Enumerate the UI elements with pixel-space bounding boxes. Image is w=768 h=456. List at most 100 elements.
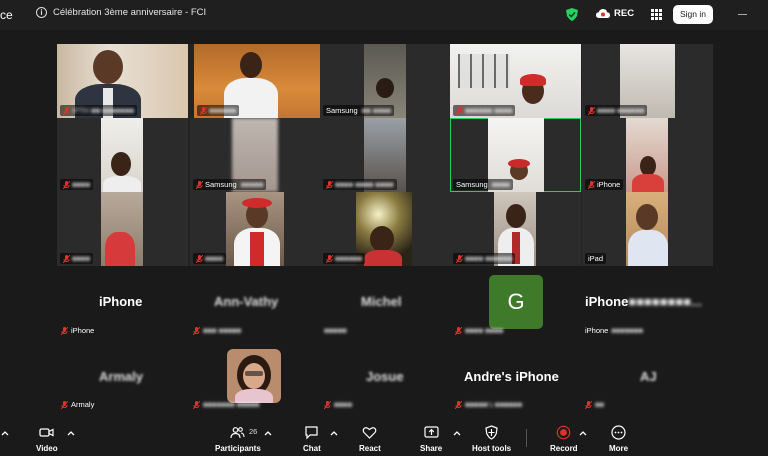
participants-icon — [230, 427, 245, 439]
participant-name: ■■■■■■ — [335, 254, 363, 263]
video-tile[interactable]: IPTH ■■ ■■■■■■■ — [57, 44, 188, 118]
video-button[interactable]: Video — [36, 425, 58, 453]
cloud-recording-icon — [596, 9, 610, 18]
mic-off-icon — [63, 180, 70, 189]
participant-name: Samsung — [205, 180, 237, 189]
participant-name: ■■■■ ■■■■■■ — [597, 106, 645, 115]
mic-off-icon — [326, 180, 333, 189]
tile-name-label: Samsung ■■ ■■■■ — [323, 105, 395, 116]
title-bar: ce i Célébration 3ème anniversaire - FCI… — [0, 0, 768, 30]
mic-off-icon — [455, 326, 462, 335]
minimize-icon[interactable] — [738, 14, 747, 15]
participants-count: 26 — [249, 427, 258, 436]
video-tile[interactable]: Samsung ■■■■■ — [190, 118, 321, 192]
participant-name: ■■■■ — [205, 254, 224, 263]
participant-name: IPTH ■■ ■■■■■■■ — [72, 106, 135, 115]
participant-name: iPhone — [597, 180, 621, 189]
meeting-title-group[interactable]: i Célébration 3ème anniversaire - FCI — [36, 7, 206, 18]
video-tile-active-speaker[interactable]: Samsung ■■■■ — [450, 118, 581, 192]
participant-display-name: Josue — [366, 369, 404, 384]
mic-off-icon — [456, 106, 463, 115]
rec-label: REC — [614, 8, 635, 19]
participant-name: Samsung — [326, 106, 358, 115]
participant-name: ■■■■ ■■■■■■ — [465, 254, 513, 263]
video-tile[interactable]: ■■■■ — [57, 192, 188, 266]
video-tile[interactable]: ■■■■■■ — [320, 192, 451, 266]
mic-off-icon — [196, 254, 203, 263]
meeting-toolbar: Video Participants 26 Chat React Share H… — [0, 419, 768, 456]
participant-name-label: ■■ — [585, 400, 604, 409]
chevron-up-icon[interactable] — [453, 429, 461, 437]
mic-off-icon — [200, 106, 207, 115]
react-button[interactable]: React — [359, 425, 381, 453]
chevron-up-icon[interactable] — [1, 429, 9, 437]
tile-name-label: IPTH ■■ ■■■■■■■ — [60, 105, 138, 116]
shield-check-icon[interactable] — [566, 8, 578, 21]
mic-off-icon — [63, 106, 70, 115]
participant-name-label: ■■■■■ — [324, 326, 347, 335]
participant-name-label: iPhone — [61, 326, 94, 335]
participant-name: ■■■■■■ — [209, 106, 237, 115]
chevron-up-icon[interactable] — [67, 429, 75, 437]
chat-bubble-icon — [305, 426, 318, 440]
video-tile[interactable]: iPhone — [582, 118, 713, 192]
video-tile[interactable]: iPad — [582, 192, 713, 266]
mic-off-icon — [588, 106, 595, 115]
participant-display-name: Michel — [361, 294, 402, 309]
participant-name-label: ■■■■■'s ■■■■■■ — [455, 400, 522, 409]
mic-off-icon — [61, 326, 68, 335]
mic-off-icon — [193, 326, 200, 335]
mic-off-icon — [456, 254, 463, 263]
video-tile[interactable]: ■■■■■■ — [194, 44, 325, 118]
host-tools-button[interactable]: Host tools — [472, 425, 511, 453]
mic-off-icon — [324, 400, 331, 409]
participant-display-name: AJ — [640, 369, 657, 384]
video-tile[interactable]: ■■■■ — [190, 192, 321, 266]
mic-off-icon — [326, 254, 333, 263]
recording-indicator[interactable]: REC — [596, 8, 634, 19]
video-tile[interactable]: ■■■■ ■■■■ ■■■■ — [320, 118, 451, 192]
mic-off-icon — [61, 400, 68, 409]
tile-name-label: ■■■■■■ — [197, 105, 240, 116]
participant-name-label: iPhone ■■■■■■■ — [585, 326, 644, 335]
tile-name-label: iPhone — [585, 179, 624, 190]
tile-name-label: ■■■■■■ — [323, 253, 366, 264]
participant-name: ■■■■■■ ■■■■ — [465, 106, 513, 115]
chevron-up-icon[interactable] — [330, 429, 338, 437]
more-button[interactable]: More — [609, 425, 628, 453]
video-camera-icon — [39, 428, 54, 437]
video-tile[interactable]: ■■■■ ■■■■■■ — [582, 44, 713, 118]
chevron-up-icon[interactable] — [264, 429, 272, 437]
record-icon — [556, 425, 571, 440]
video-tile[interactable]: ■■■■■■ ■■■■ — [450, 44, 581, 118]
participant-display-name: Ann-Vathy — [214, 294, 279, 309]
mic-off-icon — [588, 180, 595, 189]
participant-name-label: Armaly — [61, 400, 94, 409]
share-button[interactable]: Share — [420, 425, 442, 453]
participant-name-label: ■■■■ ■■■■ — [455, 326, 503, 335]
participant-name-label: ■■■■■■■ ■■■■■ — [193, 400, 259, 409]
chevron-up-icon[interactable] — [579, 429, 587, 437]
mic-off-icon — [63, 254, 70, 263]
participant-name-label: ■■■ ■■■■■ — [193, 326, 241, 335]
chat-button[interactable]: Chat — [303, 425, 321, 453]
video-tile[interactable]: ■■■■ ■■■■■■ — [450, 192, 581, 266]
heart-icon — [363, 427, 377, 439]
participant-avatar: G — [489, 275, 543, 329]
participant-name: ■■■■ — [72, 180, 91, 189]
tile-name-label: ■■■■ ■■■■■■ — [453, 253, 516, 264]
participant-name: iPad — [588, 254, 604, 263]
more-dots-icon — [611, 425, 626, 440]
record-button[interactable]: Record — [550, 425, 578, 453]
participant-photo-avatar — [227, 349, 281, 403]
video-tile[interactable]: Samsung ■■ ■■■■ — [320, 44, 451, 118]
info-icon[interactable]: i — [36, 7, 47, 18]
meeting-title: Célébration 3ème anniversaire - FCI — [53, 7, 207, 18]
tile-name-label: iPad — [585, 253, 607, 264]
mic-off-icon — [196, 180, 203, 189]
apps-grid-icon[interactable] — [651, 9, 662, 20]
video-tile[interactable]: ■■■■ — [57, 118, 188, 192]
shield-icon — [485, 425, 498, 440]
mic-off-icon — [585, 400, 592, 409]
sign-in-button[interactable]: Sign in — [673, 5, 713, 24]
